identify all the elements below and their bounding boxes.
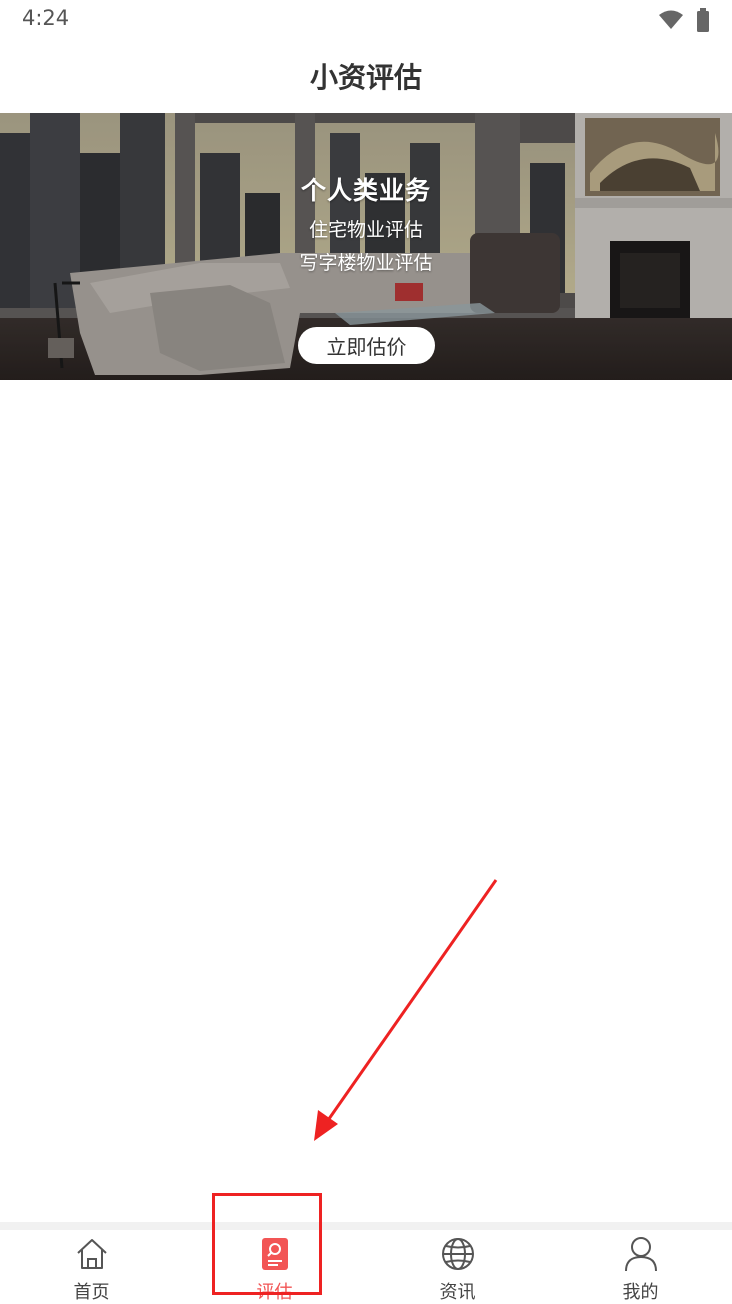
tab-evaluate[interactable]: 评估 xyxy=(183,1230,366,1304)
page-title: 小资评估 xyxy=(309,61,422,94)
tab-label: 资讯 xyxy=(439,1282,476,1303)
wifi-icon xyxy=(658,10,684,34)
tab-profile[interactable]: 我的 xyxy=(549,1230,732,1304)
status-icons xyxy=(658,8,710,36)
tab-label: 我的 xyxy=(622,1282,659,1303)
estimate-now-button[interactable]: 立即估价 xyxy=(298,327,435,364)
promo-banner[interactable]: 个人类业务 住宅物业评估 写字楼物业评估 立即估价 xyxy=(0,113,732,380)
tab-home[interactable]: 首页 xyxy=(0,1230,183,1304)
app-header: 小资评估 xyxy=(0,40,732,112)
home-icon xyxy=(74,1236,110,1272)
status-bar: 4:24 xyxy=(0,0,732,40)
banner-line-office: 写字楼物业评估 xyxy=(299,252,433,274)
battery-icon xyxy=(696,8,710,36)
globe-icon xyxy=(440,1236,476,1272)
user-icon xyxy=(623,1236,659,1272)
evaluate-icon xyxy=(257,1236,293,1272)
bottom-tab-bar: 首页 评估 资讯 我的 xyxy=(0,1222,732,1304)
content-area xyxy=(0,380,732,1220)
tab-label: 评估 xyxy=(256,1282,293,1303)
tab-news[interactable]: 资讯 xyxy=(366,1230,549,1304)
tab-label: 首页 xyxy=(73,1282,110,1303)
banner-title: 个人类业务 xyxy=(300,176,431,205)
banner-line-residential: 住宅物业评估 xyxy=(308,219,423,241)
status-time: 4:24 xyxy=(22,6,70,30)
